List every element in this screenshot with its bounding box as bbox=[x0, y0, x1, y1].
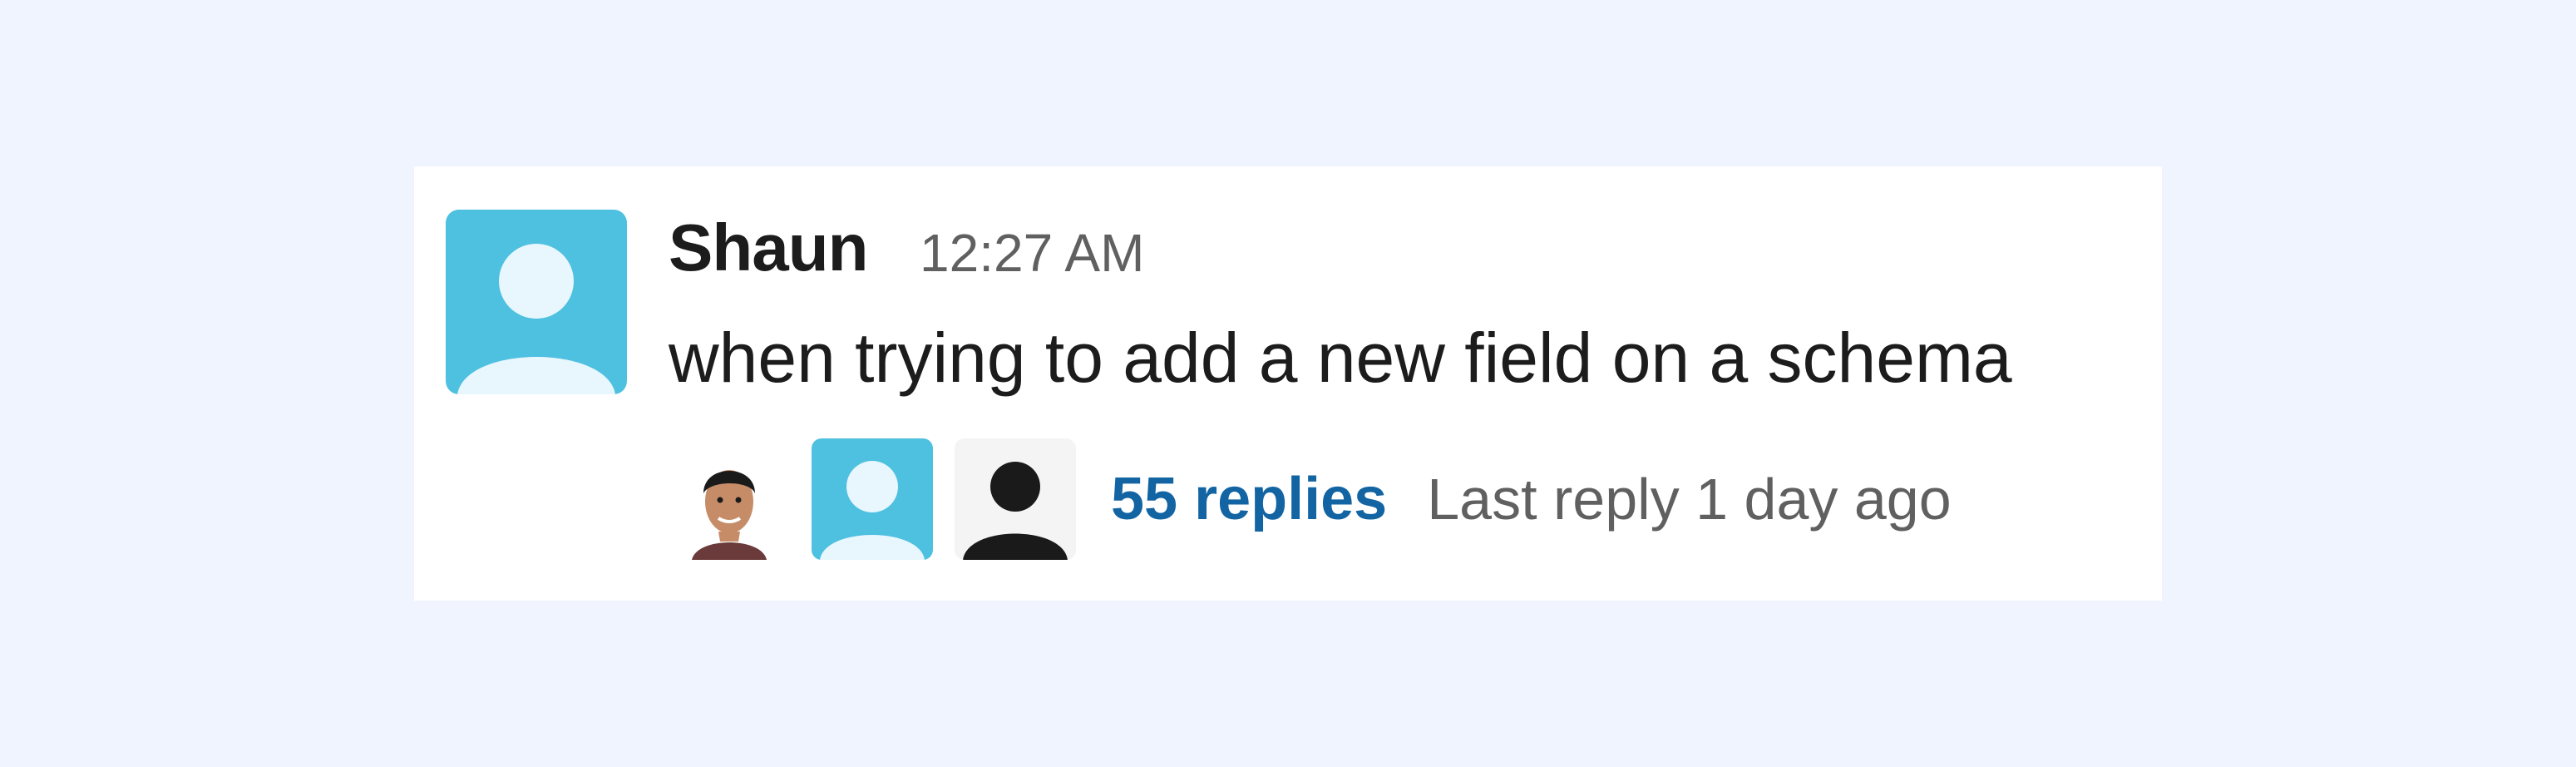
message-text: when trying to add a new field on a sche… bbox=[669, 319, 2012, 397]
last-reply-time: Last reply 1 day ago bbox=[1427, 467, 1952, 532]
message-timestamp[interactable]: 12:27 AM bbox=[920, 221, 1144, 285]
default-user-avatar-icon[interactable] bbox=[446, 210, 627, 394]
replies-link[interactable]: 55 replies bbox=[1111, 465, 1387, 533]
default-user-avatar-icon bbox=[812, 438, 933, 560]
thread-summary[interactable]: 55 replies Last reply 1 day ago bbox=[669, 438, 1952, 561]
message-card: Shaun 12:27 AM when trying to add a new … bbox=[414, 166, 2162, 601]
dark-user-silhouette-icon bbox=[955, 438, 1076, 560]
user-photo-avatar-icon bbox=[669, 438, 790, 560]
author-name[interactable]: Shaun bbox=[669, 208, 868, 288]
